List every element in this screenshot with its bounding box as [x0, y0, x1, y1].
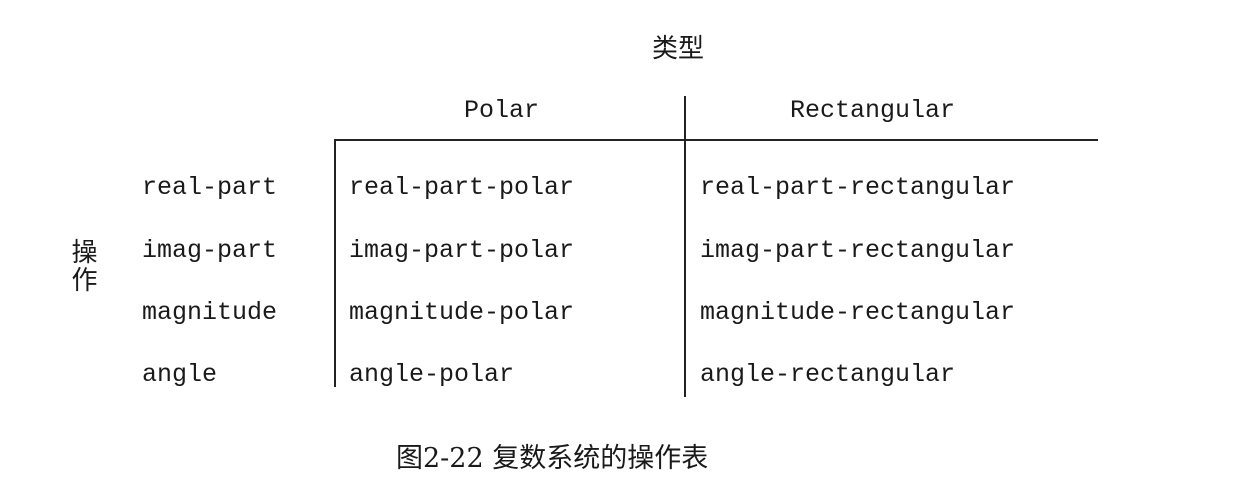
- row-label: imag-part: [142, 236, 278, 265]
- column-header-rectangular: Rectangular: [790, 96, 956, 125]
- table-cell: real-part-rectangular: [700, 173, 1016, 202]
- column-divider: [684, 139, 686, 397]
- table-cell: magnitude-rectangular: [700, 298, 1016, 327]
- type-header: 类型: [652, 34, 705, 64]
- column-header-polar: Polar: [464, 96, 540, 125]
- row-label-divider: [334, 139, 336, 387]
- row-label: real-part: [142, 173, 278, 202]
- figure-caption: 图2-22 复数系统的操作表: [396, 443, 709, 474]
- table-cell: angle-polar: [349, 360, 515, 389]
- table-cell: magnitude-polar: [349, 298, 575, 327]
- table-cell: imag-part-polar: [349, 236, 575, 265]
- operation-header: 操作: [67, 238, 97, 294]
- header-divider: [684, 96, 686, 140]
- header-rule: [336, 139, 1098, 141]
- row-label: magnitude: [142, 298, 278, 327]
- table-cell: real-part-polar: [349, 173, 575, 202]
- table-cell: angle-rectangular: [700, 360, 956, 389]
- table-cell: imag-part-rectangular: [700, 236, 1016, 265]
- row-label: angle: [142, 360, 218, 389]
